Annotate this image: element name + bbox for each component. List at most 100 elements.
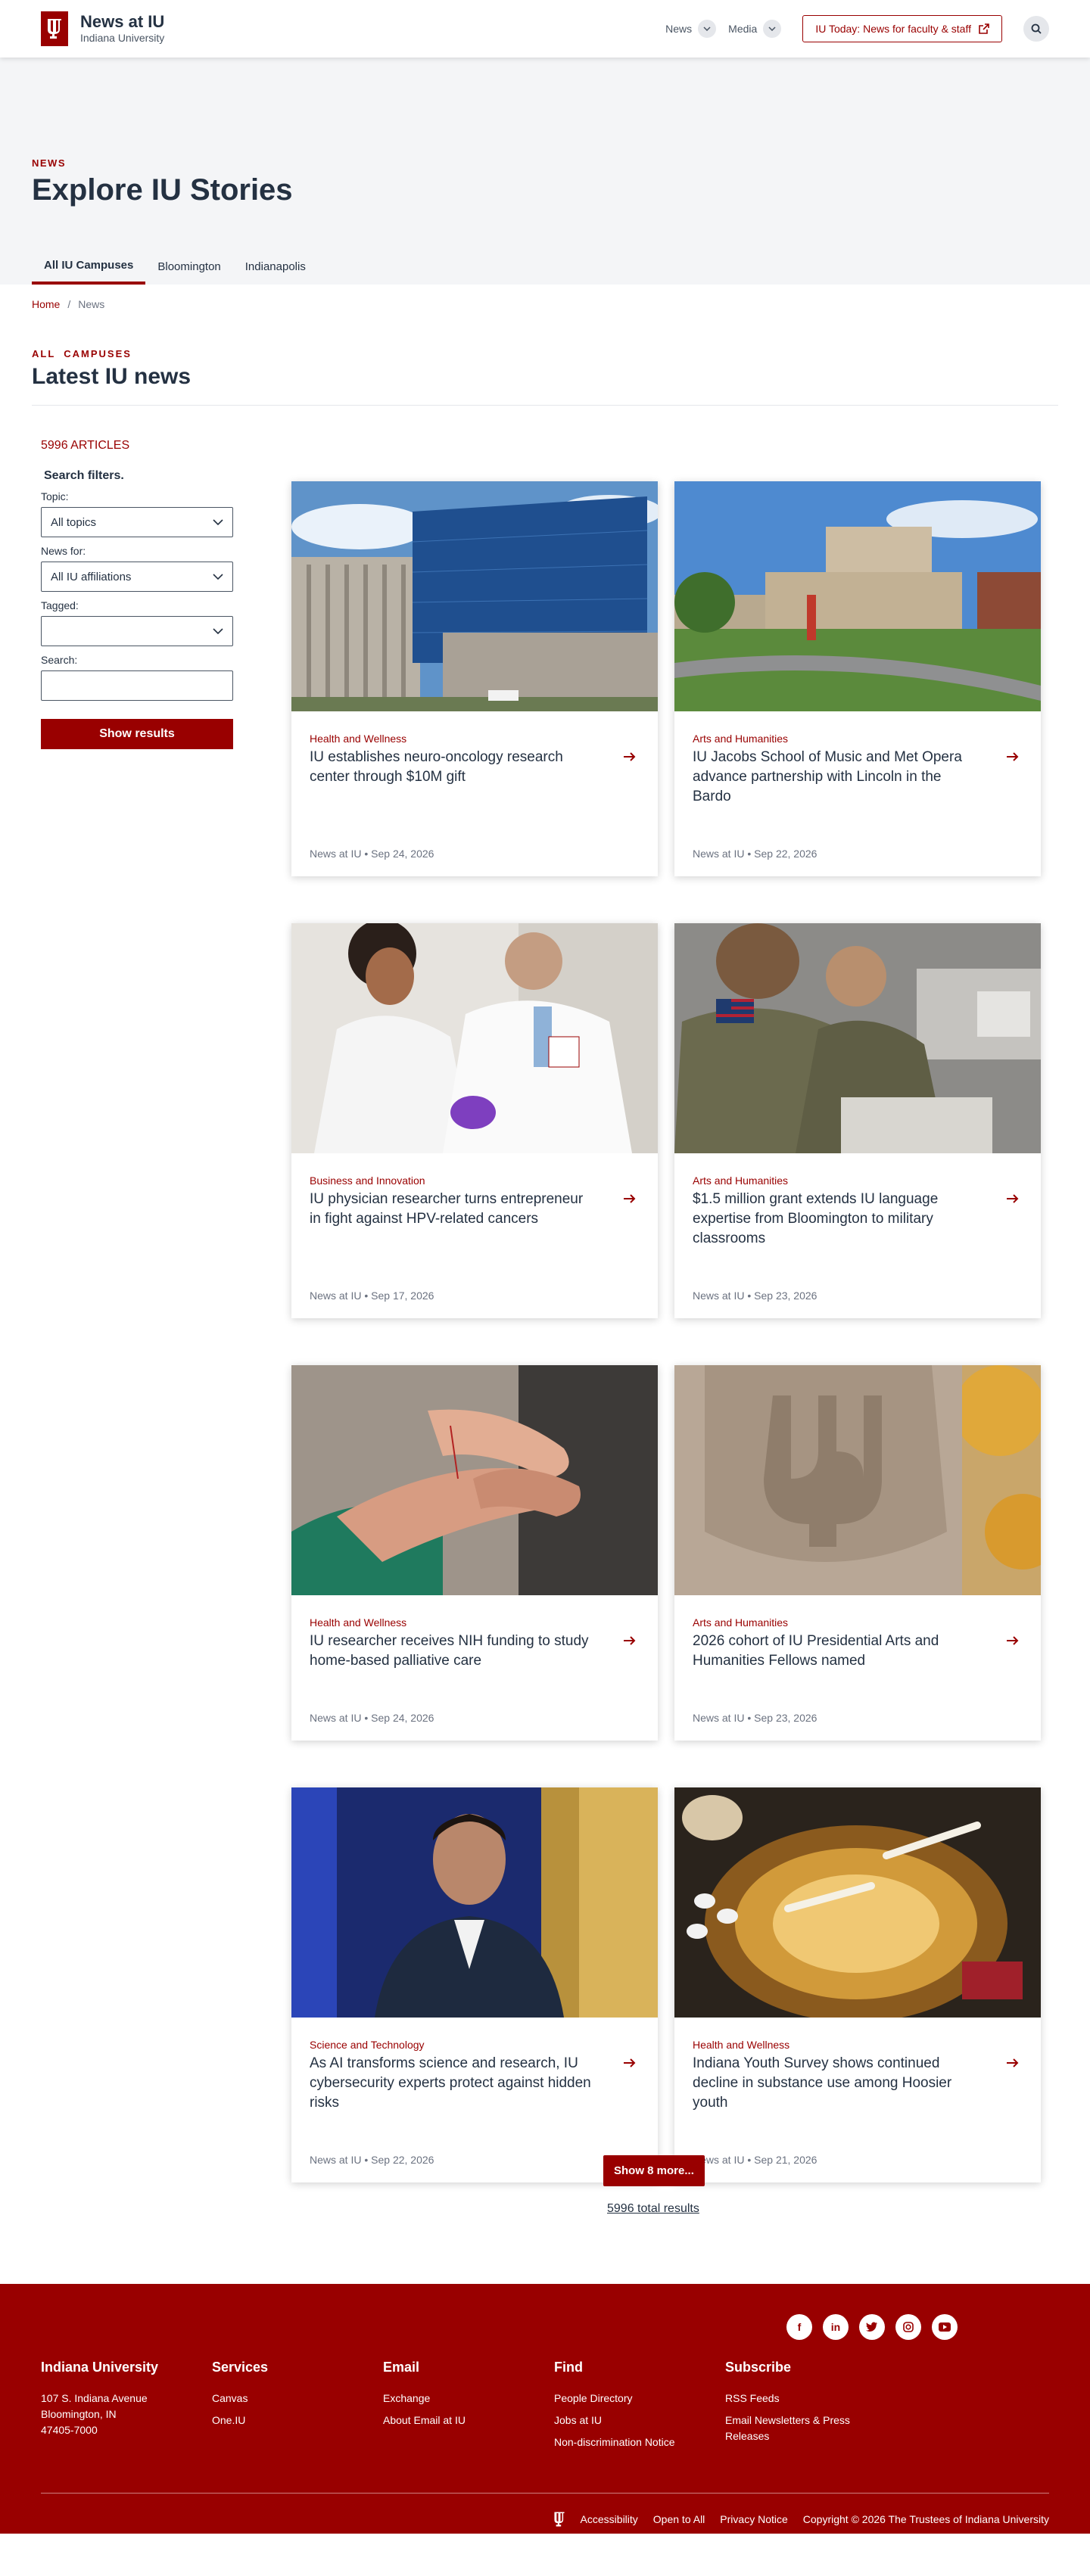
arrow-right-icon[interactable]: [1006, 749, 1020, 767]
show-more-button[interactable]: Show 8 more...: [603, 2155, 705, 2186]
tab-bloomington[interactable]: Bloomington: [145, 248, 232, 285]
filters-sidebar: 5996 ARTICLES Search filters. Topic: All…: [41, 439, 233, 749]
topic-select-value: All topics: [51, 515, 97, 529]
news-for-label: News for:: [41, 545, 86, 557]
footer-privacy-link[interactable]: Privacy Notice: [720, 2513, 787, 2525]
card-category[interactable]: Business and Innovation: [310, 1174, 640, 1187]
footer-col-iu: Indiana University 107 S. Indiana Avenue…: [41, 2360, 192, 2444]
tagged-select[interactable]: [41, 616, 233, 646]
show-results-button[interactable]: Show results: [41, 719, 233, 749]
arrow-right-icon[interactable]: [1006, 1633, 1020, 1650]
news-card[interactable]: Arts and Humanities $1.5 million grant e…: [674, 923, 1041, 1318]
card-image-holding-hands[interactable]: [291, 1365, 658, 1595]
breadcrumb-home[interactable]: Home: [32, 298, 60, 310]
section-header: ALL CAMPUSES Latest IU news: [0, 324, 1090, 390]
card-category[interactable]: Arts and Humanities: [693, 733, 1023, 745]
arrow-right-icon[interactable]: [1006, 1191, 1020, 1209]
breadcrumb: Home / News: [0, 285, 1090, 324]
tab-all-campuses[interactable]: All IU Campuses: [32, 248, 146, 285]
card-image-researchers[interactable]: [291, 923, 658, 1153]
footer-link[interactable]: Jobs at IU: [554, 2413, 705, 2428]
topic-select[interactable]: All topics: [41, 507, 233, 537]
search-input[interactable]: [41, 670, 233, 701]
card-image-ashtray[interactable]: [674, 1787, 1041, 2018]
news-card[interactable]: Health and Wellness Indiana Youth Survey…: [674, 1787, 1041, 2182]
footer-link[interactable]: Canvas: [212, 2391, 363, 2406]
twitter-icon[interactable]: [859, 2314, 885, 2340]
youtube-icon[interactable]: [932, 2314, 958, 2340]
news-card[interactable]: Arts and Humanities IU Jacobs School of …: [674, 481, 1041, 876]
card-title[interactable]: IU researcher receives NIH funding to st…: [310, 1632, 597, 1671]
nav-news[interactable]: News: [665, 20, 717, 38]
card-image-music-building[interactable]: [674, 481, 1041, 711]
card-image-stone-trident[interactable]: [674, 1365, 1041, 1595]
card-category[interactable]: Health and Wellness: [310, 1616, 640, 1629]
search-button[interactable]: [1023, 16, 1049, 42]
card-image-portrait[interactable]: [291, 1787, 658, 2018]
chevron-down-icon: [763, 20, 782, 38]
linkedin-icon[interactable]: in: [823, 2314, 849, 2340]
iu-today-button[interactable]: IU Today: News for faculty & staff: [802, 15, 1002, 42]
card-category[interactable]: Arts and Humanities: [693, 1174, 1023, 1187]
card-title[interactable]: Indiana Youth Survey shows continued dec…: [693, 2054, 980, 2113]
site-title[interactable]: News at IU: [80, 13, 164, 31]
facebook-icon[interactable]: f: [786, 2314, 812, 2340]
news-card[interactable]: Science and Technology As AI transforms …: [291, 1787, 658, 2182]
iu-trident-logo[interactable]: [41, 11, 68, 46]
chevron-down-icon: [213, 628, 223, 634]
news-for-select[interactable]: All IU affiliations: [41, 562, 233, 592]
hero-eyebrow: NEWS: [32, 157, 66, 169]
footer-col-find: Find People Directory Jobs at IU Non-dis…: [554, 2360, 705, 2456]
card-category[interactable]: Science and Technology: [310, 2039, 640, 2051]
footer-accessibility-link[interactable]: Accessibility: [581, 2513, 638, 2525]
breadcrumb-separator: /: [67, 298, 71, 310]
footer-heading: Email: [383, 2360, 420, 2375]
card-meta: News at IU • Sep 21, 2026: [693, 2154, 818, 2166]
card-title[interactable]: $1.5 million grant extends IU language e…: [693, 1190, 980, 1249]
card-title[interactable]: IU Jacobs School of Music and Met Opera …: [693, 748, 980, 807]
chevron-down-icon: [213, 574, 223, 580]
footer-link[interactable]: RSS Feeds: [725, 2391, 884, 2406]
arrow-right-icon[interactable]: [623, 2055, 637, 2073]
card-body: Science and Technology As AI transforms …: [291, 2018, 658, 2130]
card-meta: News at IU • Sep 23, 2026: [693, 1290, 818, 1302]
filters-title: Search filters.: [44, 469, 124, 482]
arrow-right-icon[interactable]: [623, 1633, 637, 1650]
footer-address: 47405-7000: [41, 2424, 98, 2436]
footer-copyright: Copyright © 2026 The Trustees of Indiana…: [802, 2513, 1049, 2525]
chevron-down-icon: [698, 20, 717, 38]
news-card[interactable]: Arts and Humanities 2026 cohort of IU Pr…: [674, 1365, 1041, 1741]
footer-link[interactable]: People Directory: [554, 2391, 705, 2406]
article-count: 5996 ARTICLES: [41, 439, 130, 452]
card-category[interactable]: Arts and Humanities: [693, 1616, 1023, 1629]
card-image-soldiers[interactable]: [674, 923, 1041, 1153]
card-title[interactable]: 2026 cohort of IU Presidential Arts and …: [693, 1632, 980, 1671]
nav-media[interactable]: Media: [728, 20, 782, 38]
footer-link[interactable]: Exchange: [383, 2391, 534, 2406]
footer-link[interactable]: Email Newsletters & Press Releases: [725, 2413, 884, 2444]
arrow-right-icon[interactable]: [1006, 2055, 1020, 2073]
news-card[interactable]: Business and Innovation IU physician res…: [291, 923, 658, 1318]
news-card[interactable]: Health and Wellness IU researcher receiv…: [291, 1365, 658, 1741]
instagram-icon[interactable]: [895, 2314, 921, 2340]
footer-open-to-all-link[interactable]: Open to All: [653, 2513, 705, 2525]
arrow-right-icon[interactable]: [623, 1191, 637, 1209]
total-results-link[interactable]: 5996 total results: [607, 2202, 699, 2216]
card-body: Business and Innovation IU physician res…: [291, 1153, 658, 1246]
card-category[interactable]: Health and Wellness: [310, 733, 640, 745]
news-card[interactable]: Health and Wellness IU establishes neuro…: [291, 481, 658, 876]
card-title[interactable]: IU physician researcher turns entreprene…: [310, 1190, 597, 1229]
footer-divider: [41, 2493, 1049, 2494]
footer-col-email: Email Exchange About Email at IU: [383, 2360, 534, 2434]
tab-indianapolis[interactable]: Indianapolis: [233, 248, 318, 285]
card-category[interactable]: Health and Wellness: [693, 2039, 1023, 2051]
footer-link[interactable]: Non-discrimination Notice: [554, 2434, 705, 2450]
card-title[interactable]: As AI transforms science and research, I…: [310, 2054, 597, 2113]
footer-link[interactable]: One.IU: [212, 2413, 363, 2428]
card-meta: News at IU • Sep 23, 2026: [693, 1712, 818, 1724]
arrow-right-icon[interactable]: [623, 749, 637, 767]
search-icon: [1031, 23, 1042, 34]
card-title[interactable]: IU establishes neuro-oncology research c…: [310, 748, 597, 787]
footer-link[interactable]: About Email at IU: [383, 2413, 534, 2428]
card-image-building[interactable]: [291, 481, 658, 711]
